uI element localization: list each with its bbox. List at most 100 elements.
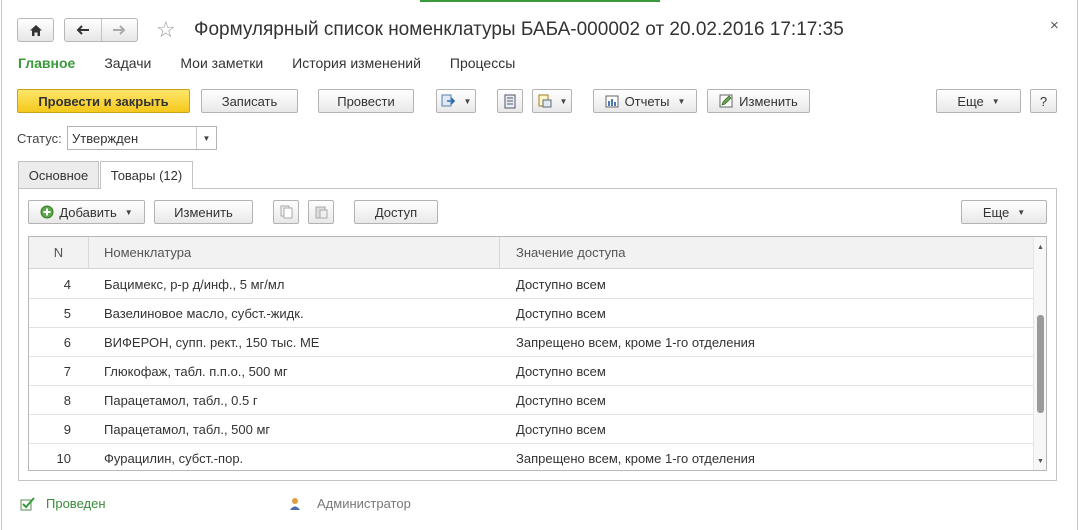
chevron-down-icon: ▼ <box>991 96 1000 106</box>
row-number: 10 <box>56 450 71 466</box>
row-access: Запрещено всем, кроме 1-го отделения <box>516 334 755 350</box>
home-icon <box>29 24 42 36</box>
section-nav-processes[interactable]: Процессы <box>450 55 515 73</box>
table-row[interactable]: 9 Парацетамол, табл., 500 мг Доступно вс… <box>29 415 1033 444</box>
post-button[interactable]: Провести <box>318 89 414 113</box>
posted-check-icon <box>20 496 35 510</box>
edit-pencil-icon <box>719 94 733 108</box>
table-header: N Номенклатура Значение доступа <box>29 237 1033 269</box>
column-header-nomenclature[interactable]: Номенклатура <box>89 237 500 269</box>
document-journal-button[interactable] <box>497 89 523 113</box>
more-button-label: Еще <box>957 93 984 109</box>
status-select[interactable]: Утвержден ▼ <box>67 126 217 150</box>
paste-button[interactable] <box>308 200 334 224</box>
journal-icon <box>504 94 516 108</box>
arrow-left-icon <box>76 25 89 35</box>
scrollbar-thumb[interactable] <box>1037 315 1044 413</box>
table-row[interactable]: 6 ВИФЕРОН, супп. рект., 150 тыс. МЕ Запр… <box>29 328 1033 357</box>
row-nomenclature: Глюкофаж, табл. п.п.о., 500 мг <box>104 363 288 379</box>
save-button[interactable]: Записать <box>201 89 298 113</box>
arrow-right-icon <box>113 25 126 35</box>
forward-button[interactable] <box>100 19 137 41</box>
back-button[interactable] <box>65 19 101 41</box>
print-button[interactable]: ▼ <box>532 89 572 113</box>
column-header-n[interactable]: N <box>29 237 89 269</box>
row-access: Доступно всем <box>516 363 606 379</box>
tab-basic[interactable]: Основное <box>18 161 99 188</box>
posted-status: Проведен <box>20 496 106 511</box>
window-title: Формулярный список номенклатуры БАБА-000… <box>194 19 844 40</box>
row-nomenclature: Бацимекс, р-р д/инф., 5 мг/мл <box>104 276 285 292</box>
table-row[interactable]: 10 Фурацилин, субст.-пор. Запрещено всем… <box>29 444 1033 470</box>
row-number: 6 <box>63 334 71 350</box>
reports-button-label: Отчеты <box>624 93 670 109</box>
chevron-down-icon[interactable]: ▼ <box>196 127 216 149</box>
row-access: Запрещено всем, кроме 1-го отделения <box>516 450 755 466</box>
section-nav-notes[interactable]: Мои заметки <box>180 55 263 73</box>
close-icon[interactable]: × <box>1050 17 1059 34</box>
create-based-on-icon <box>441 94 455 107</box>
scroll-up-icon[interactable]: ▲ <box>1037 244 1044 251</box>
section-nav-history[interactable]: История изменений <box>292 55 421 73</box>
help-button[interactable]: ? <box>1030 89 1057 113</box>
row-access: Доступно всем <box>516 305 606 321</box>
posted-label: Проведен <box>46 496 106 511</box>
add-button[interactable]: Добавить ▼ <box>28 200 145 224</box>
status-value: Утвержден <box>72 130 139 146</box>
row-access: Доступно всем <box>516 421 606 437</box>
column-header-access[interactable]: Значение доступа <box>500 237 625 269</box>
table-rows: 4 Бацимекс, р-р д/инф., 5 мг/мл Доступно… <box>29 270 1033 470</box>
add-plus-icon <box>40 205 54 219</box>
tab-goods[interactable]: Товары (12) <box>100 161 193 189</box>
row-number: 9 <box>63 421 71 437</box>
table-edit-button[interactable]: Изменить <box>154 200 253 224</box>
goods-table[interactable]: N Номенклатура Значение доступа 4 Бациме… <box>28 236 1047 471</box>
table-more-button-label: Еще <box>982 204 1010 220</box>
row-nomenclature: Парацетамол, табл., 0.5 г <box>104 392 258 408</box>
chevron-down-icon: ▼ <box>559 96 568 106</box>
row-number: 8 <box>63 392 71 408</box>
table-row[interactable]: 4 Бацимекс, р-р д/инф., 5 мг/мл Доступно… <box>29 270 1033 299</box>
create-based-on-button[interactable]: ▼ <box>436 89 476 113</box>
reports-button[interactable]: Отчеты ▼ <box>593 89 697 113</box>
reports-icon <box>605 95 619 107</box>
row-nomenclature: Парацетамол, табл., 500 мг <box>104 421 271 437</box>
author-label[interactable]: Администратор <box>317 496 411 511</box>
add-button-label: Добавить <box>59 204 117 220</box>
row-number: 7 <box>63 363 71 379</box>
table-more-button[interactable]: Еще ▼ <box>961 200 1047 224</box>
access-button[interactable]: Доступ <box>354 200 438 224</box>
more-button[interactable]: Еще ▼ <box>936 89 1021 113</box>
paste-icon <box>315 206 327 219</box>
print-icon <box>538 94 552 108</box>
chevron-down-icon: ▼ <box>677 96 686 106</box>
favorite-star-icon[interactable]: ☆ <box>156 19 176 41</box>
chevron-down-icon: ▼ <box>124 207 133 217</box>
row-number: 4 <box>63 276 71 292</box>
post-and-close-button[interactable]: Провести и закрыть <box>17 89 190 113</box>
author-info: Администратор <box>289 496 411 511</box>
scroll-down-icon[interactable]: ▼ <box>1037 458 1044 465</box>
section-nav: Главное Задачи Мои заметки История измен… <box>18 55 544 73</box>
row-access: Доступно всем <box>516 276 606 292</box>
table-row[interactable]: 8 Парацетамол, табл., 0.5 г Доступно все… <box>29 386 1033 415</box>
home-button[interactable] <box>17 18 54 42</box>
row-nomenclature: ВИФЕРОН, супп. рект., 150 тыс. МЕ <box>104 334 320 350</box>
edit-button-label: Изменить <box>739 93 798 109</box>
table-scrollbar[interactable]: ▲ ▼ <box>1033 237 1046 470</box>
edit-button[interactable]: Изменить <box>707 89 810 113</box>
history-nav-group <box>64 18 138 42</box>
row-nomenclature: Фурацилин, субст.-пор. <box>104 450 244 466</box>
section-nav-tasks[interactable]: Задачи <box>104 55 151 73</box>
status-label: Статус: <box>17 131 62 146</box>
row-nomenclature: Вазелиновое масло, субст.-жидк. <box>104 305 304 321</box>
user-icon <box>290 497 300 510</box>
chevron-down-icon: ▼ <box>1017 207 1026 217</box>
row-access: Доступно всем <box>516 392 606 408</box>
table-row[interactable]: 7 Глюкофаж, табл. п.п.о., 500 мг Доступн… <box>29 357 1033 386</box>
row-number: 5 <box>63 305 71 321</box>
copy-button[interactable] <box>273 200 299 224</box>
table-row[interactable]: 5 Вазелиновое масло, субст.-жидк. Доступ… <box>29 299 1033 328</box>
chevron-down-icon: ▼ <box>463 96 472 106</box>
section-nav-main[interactable]: Главное <box>18 55 75 73</box>
